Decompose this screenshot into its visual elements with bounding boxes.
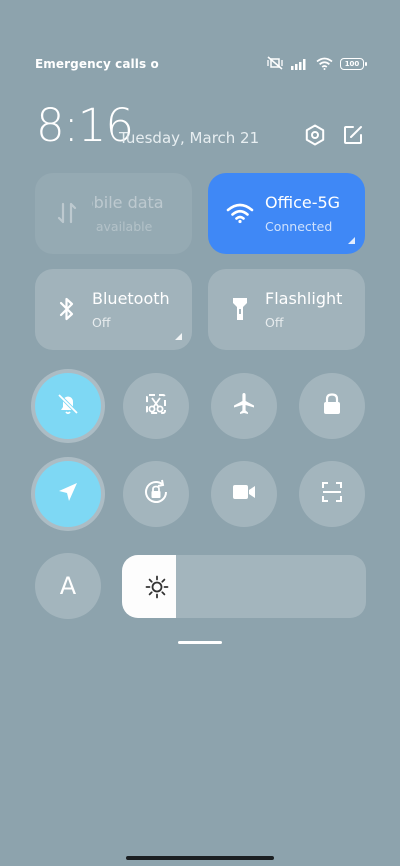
screenshot-toggle[interactable] bbox=[123, 373, 189, 439]
status-bar: Emergency calls o 100 bbox=[35, 55, 367, 74]
screenshot-scissors-icon bbox=[143, 391, 169, 421]
settings-hex-icon bbox=[304, 124, 326, 150]
brightness-slider[interactable] bbox=[122, 555, 366, 618]
rotation-lock-icon bbox=[142, 478, 170, 510]
scan-icon bbox=[320, 480, 344, 508]
wifi-expand-icon[interactable] bbox=[348, 237, 355, 244]
lock-screen-toggle[interactable] bbox=[299, 373, 365, 439]
header: 8:16 Tuesday, March 21 bbox=[36, 100, 366, 160]
edit-icon bbox=[342, 124, 364, 150]
wifi-tile-icon bbox=[226, 199, 254, 227]
bluetooth-icon bbox=[53, 295, 81, 323]
mobile-data-icon bbox=[53, 199, 81, 227]
home-indicator[interactable] bbox=[126, 856, 274, 860]
edit-button[interactable] bbox=[341, 125, 365, 149]
flashlight-subtitle: Off bbox=[265, 315, 284, 330]
panel-grabber[interactable] bbox=[178, 641, 222, 644]
bell-off-icon bbox=[55, 391, 81, 421]
flashlight-tile[interactable]: Flashlight Off bbox=[208, 269, 365, 350]
mobile-data-tile[interactable]: Mobile data Not available bbox=[35, 173, 192, 254]
flashlight-title: Flashlight bbox=[265, 289, 343, 308]
screen-recorder-toggle[interactable] bbox=[211, 461, 277, 527]
video-camera-icon bbox=[231, 482, 257, 506]
mute-toggle[interactable] bbox=[35, 373, 101, 439]
mobile-data-text: Mobile data Not available bbox=[92, 191, 182, 239]
battery-level: 100 bbox=[344, 59, 360, 68]
location-arrow-icon bbox=[55, 479, 81, 509]
flashlight-icon bbox=[226, 295, 254, 323]
font-size-label: A bbox=[59, 572, 77, 600]
location-toggle[interactable] bbox=[35, 461, 101, 527]
sun-icon bbox=[144, 574, 170, 600]
battery-icon: 100 bbox=[340, 58, 367, 70]
mute-vibrate-icon bbox=[266, 55, 284, 74]
airplane-mode-toggle[interactable] bbox=[211, 373, 277, 439]
bluetooth-tile[interactable]: Bluetooth Off bbox=[35, 269, 192, 350]
mobile-data-title: Mobile data bbox=[92, 193, 164, 212]
bluetooth-title: Bluetooth bbox=[92, 289, 170, 308]
carrier-text: Emergency calls o bbox=[35, 57, 159, 71]
mobile-data-subtitle: Not available bbox=[92, 219, 153, 234]
wifi-tile-subtitle: Connected bbox=[265, 219, 333, 234]
signal-icon bbox=[291, 55, 309, 74]
rotation-lock-toggle[interactable] bbox=[123, 461, 189, 527]
bluetooth-expand-icon[interactable] bbox=[175, 333, 182, 340]
wifi-tile[interactable]: Office-5G Connected bbox=[208, 173, 365, 254]
wifi-icon bbox=[316, 55, 333, 74]
bluetooth-subtitle: Off bbox=[92, 315, 111, 330]
settings-button[interactable] bbox=[303, 124, 327, 150]
scanner-toggle[interactable] bbox=[299, 461, 365, 527]
font-size-button[interactable]: A bbox=[35, 553, 101, 619]
lock-icon bbox=[320, 391, 344, 421]
status-icons: 100 bbox=[266, 55, 367, 74]
airplane-icon bbox=[231, 391, 257, 421]
wifi-tile-title: Office-5G bbox=[265, 193, 341, 212]
date: Tuesday, March 21 bbox=[119, 129, 260, 147]
